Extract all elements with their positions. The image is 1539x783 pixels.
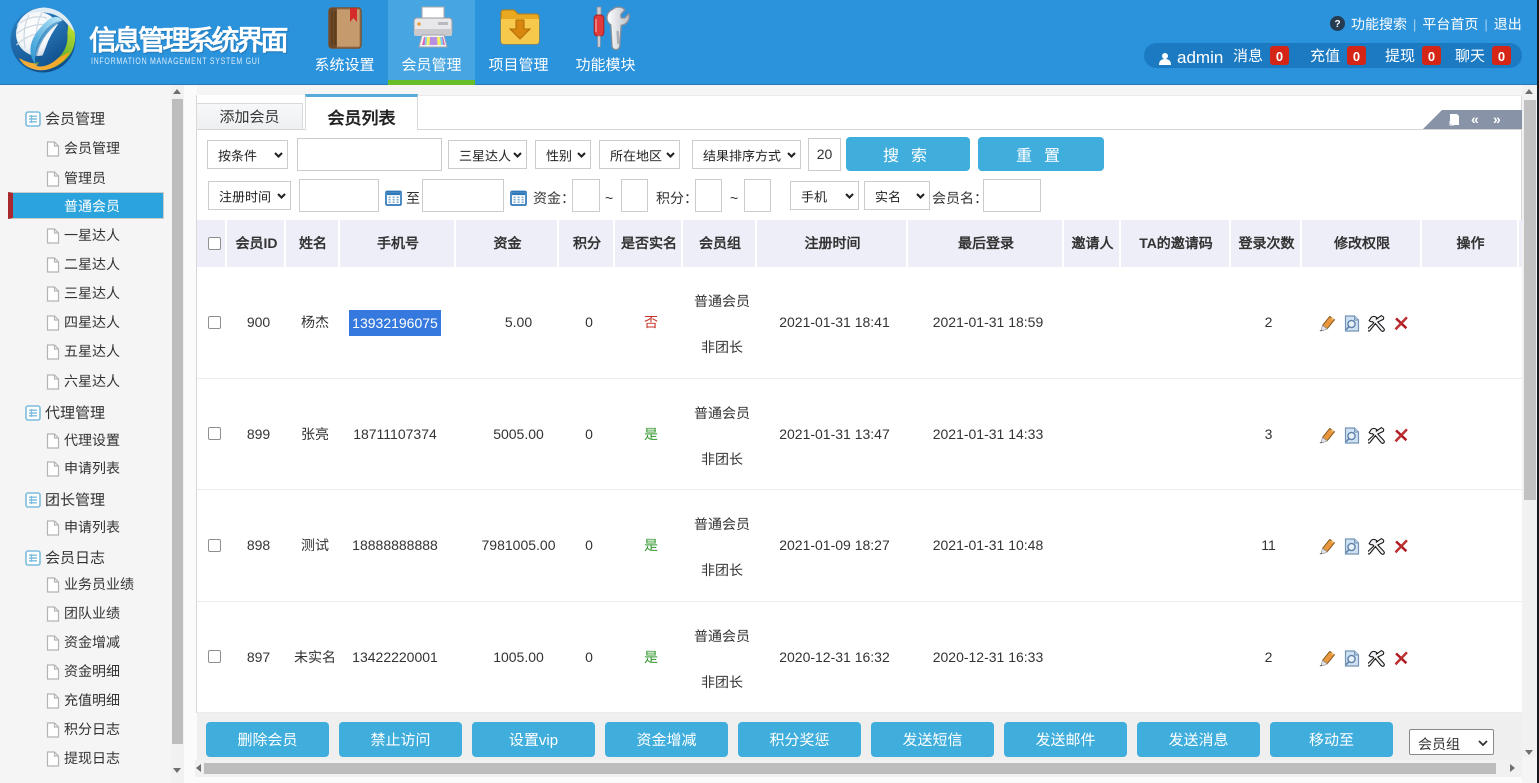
svg-text:?: ? [1334, 19, 1340, 30]
